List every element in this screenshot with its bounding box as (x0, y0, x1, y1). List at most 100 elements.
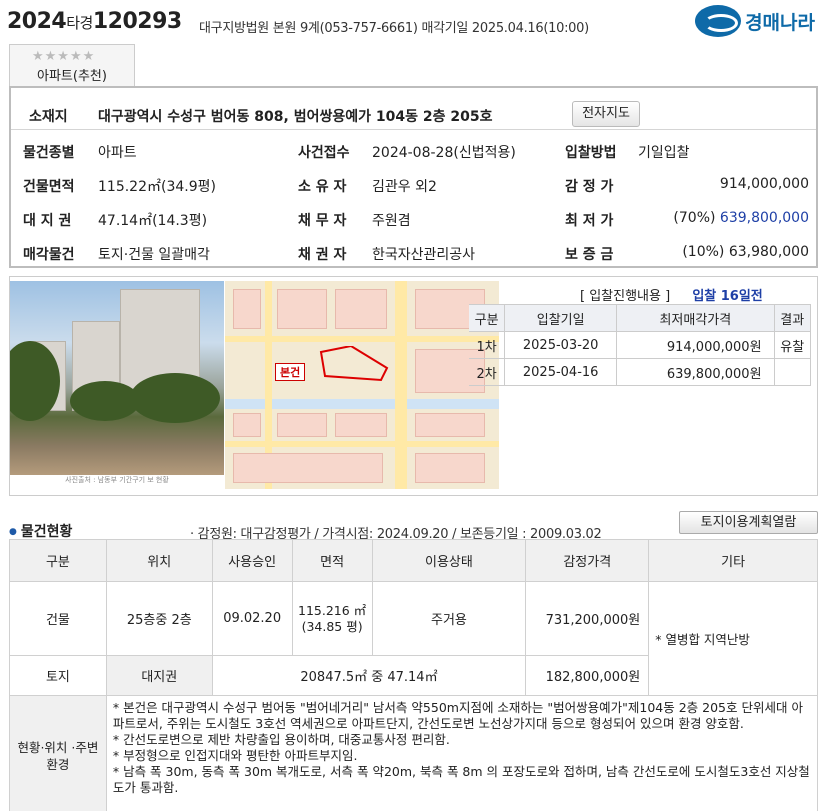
address-row: 소재지 대구광역시 수성구 범어동 808, 범어쌍용예가 104동 2층 20… (11, 96, 816, 130)
bid-round: 1차 (469, 331, 506, 359)
info-value: 토지·건물 일괄매각 (98, 247, 210, 263)
env-line: * 부정형으로 인접지대와 평탄한 아파트부지임. (112, 748, 358, 763)
address-label: 소재지 (29, 109, 68, 125)
info-label: 소 유 자 (298, 179, 347, 195)
bid-header: [ 입찰진행내용 ] 입찰 16일전 (580, 285, 763, 304)
table-header: 감정가격 (525, 539, 650, 582)
other-note: * 열병합 지역난방 (648, 581, 818, 696)
table-header: 사용승인 (211, 539, 293, 582)
env-line: * 간선도로변으로 제반 차량출입 용이하며, 대중교통사정 편리함. (112, 732, 450, 747)
land-use-plan-button[interactable]: 토지이용계획열람 (679, 511, 818, 534)
table-row: 건물 25층중 2층 09.02.20 115.216 ㎡ (34.85 평) … (9, 581, 818, 696)
building-approval: 09.02.20 (211, 581, 293, 656)
table-header: 구분 (9, 539, 107, 582)
minimum-price-rate: (70%) (673, 210, 720, 226)
building-use: 주거용 (371, 581, 527, 656)
photo-caption: 사진출처 : 남동부 기간구기 보 현황 (65, 476, 169, 484)
info-label: 채 권 자 (298, 247, 347, 263)
land-price: 182,800,000원 (525, 655, 650, 696)
info-value: 아파트 (98, 145, 137, 161)
bid-price: 639,800,000원 (616, 358, 775, 386)
bid-result: 유찰 (773, 331, 812, 359)
info-value: 기일입찰 (638, 145, 690, 161)
env-line: * 본건은 대구광역시 수성구 범어동 "범어네거리" 남서측 약550m지점에… (112, 700, 803, 731)
minimum-price-value: 639,800,000 (719, 210, 809, 226)
bid-price: 914,000,000원 (616, 331, 775, 359)
location-map[interactable]: 본건 (225, 281, 499, 489)
table-header: 이용상태 (371, 539, 527, 582)
property-status-table: 구분 위치 사용승인 면적 이용상태 감정가격 기타 건물 25층중 2층 09… (9, 539, 819, 811)
bid-progress-link[interactable]: [ 입찰진행내용 ] (580, 289, 670, 304)
table-header-row: 구분 입찰기일 최저매각가격 결과 (469, 304, 812, 332)
property-photo[interactable] (10, 281, 224, 475)
rating-stars-icon: ★★★★★ (32, 49, 96, 64)
parcel-outline (319, 346, 389, 382)
deposit-rate: (10%) (682, 244, 729, 260)
bid-result (773, 358, 812, 386)
property-tag: 아파트(추천) (37, 69, 107, 84)
env-label: 현황·위치 ·주변환경 (9, 695, 107, 811)
e-map-button[interactable]: 전자지도 (572, 101, 640, 127)
parcel-label: 본건 (275, 363, 306, 381)
appraisal-price: 914,000,000 (719, 176, 809, 192)
info-label: 대 지 권 (23, 213, 72, 229)
table-header: 결과 (773, 304, 812, 332)
table-row: 2차 2025-04-16 639,800,000원 (469, 358, 812, 386)
info-value: 47.14㎡(14.3평) (98, 213, 208, 229)
table-header: 면적 (291, 539, 373, 582)
page-header: 2024타경120293 대구지방법원 본원 9계(053-757-6661) … (0, 0, 823, 44)
info-label: 입찰방법 (565, 145, 617, 161)
info-row: 건물면적 115.22㎡(34.9평) 소 유 자 김관우 외2 감 정 가 9… (11, 168, 816, 202)
info-value: 주원겸 (372, 213, 411, 229)
case-year: 2024 (7, 9, 67, 34)
info-value: 2024-08-28(신법적용) (372, 145, 516, 161)
logo-text: 경매나라 (745, 11, 815, 34)
address-value: 대구광역시 수성구 범어동 808, 범어쌍용예가 104동 2층 205호 (98, 109, 493, 125)
building-kind: 건물 (9, 581, 107, 656)
logo[interactable]: 경매나라 (695, 3, 815, 39)
table-header: 입찰기일 (504, 304, 618, 332)
media-bid-panel: 사진출처 : 남동부 기간구기 보 현황 본건 [ 입찰진행내용 ] 입찰 16… (9, 276, 818, 496)
table-header: 위치 (105, 539, 213, 582)
bid-days-left: 입찰 16일전 (692, 289, 763, 304)
table-header-row: 구분 위치 사용승인 면적 이용상태 감정가격 기타 (9, 539, 818, 582)
table-header: 구분 (469, 304, 506, 332)
land-location: 대지권 (105, 655, 213, 696)
env-description: * 본건은 대구광역시 수성구 범어동 "범어네거리" 남서측 약550m지점에… (105, 695, 819, 811)
deposit-value: 63,980,000 (728, 244, 809, 260)
court-info: 대구지방법원 본원 9계(053-757-6661) 매각기일 2025.04.… (199, 21, 589, 36)
property-info-box: 소재지 대구광역시 수성구 범어동 808, 범어쌍용예가 104동 2층 20… (9, 86, 818, 268)
bid-table: 구분 입찰기일 최저매각가격 결과 1차 2025-03-20 914,000,… (469, 304, 812, 386)
property-tag-box: ★★★★★ 아파트(추천) (9, 44, 135, 86)
case-kind: 타경 (66, 14, 93, 32)
case-serial: 120293 (92, 9, 182, 34)
info-label: 사건접수 (298, 145, 350, 161)
info-value: 김관우 외2 (372, 179, 437, 195)
minimum-price: (70%) 639,800,000 (673, 210, 809, 226)
deposit: (10%) 63,980,000 (682, 244, 809, 260)
bid-round: 2차 (469, 358, 506, 386)
building-price: 731,200,000원 (525, 581, 650, 656)
bid-date: 2025-04-16 (504, 358, 618, 386)
case-number: 2024타경120293 (7, 9, 182, 34)
table-header: 기타 (648, 539, 818, 582)
bid-date: 2025-03-20 (504, 331, 618, 359)
section-title: 물건현황 (9, 521, 73, 541)
info-label: 감 정 가 (565, 179, 614, 195)
land-area: 20847.5㎡ 중 47.14㎡ (211, 655, 527, 696)
info-row: 물건종별 아파트 사건접수 2024-08-28(신법적용) 입찰방법 기일입찰 (11, 134, 816, 168)
info-label: 채 무 자 (298, 213, 347, 229)
info-label: 최 저 가 (565, 213, 614, 229)
info-label: 건물면적 (23, 179, 75, 195)
table-header: 최저매각가격 (616, 304, 775, 332)
building-location: 25층중 2층 (105, 581, 213, 656)
land-kind: 토지 (9, 655, 107, 696)
env-line: * 남측 폭 30m, 동측 폭 30m 복개도로, 서측 폭 약20m, 북측… (112, 764, 810, 795)
info-value: 한국자산관리공사 (372, 247, 476, 263)
logo-icon (695, 5, 742, 37)
info-row: 대 지 권 47.14㎡(14.3평) 채 무 자 주원겸 최 저 가 (70%… (11, 202, 816, 236)
info-label: 물건종별 (23, 145, 75, 161)
info-value: 115.22㎡(34.9평) (98, 179, 216, 195)
building-area: 115.216 ㎡ (34.85 평) (291, 581, 373, 656)
table-row: 1차 2025-03-20 914,000,000원 유찰 (469, 331, 812, 359)
